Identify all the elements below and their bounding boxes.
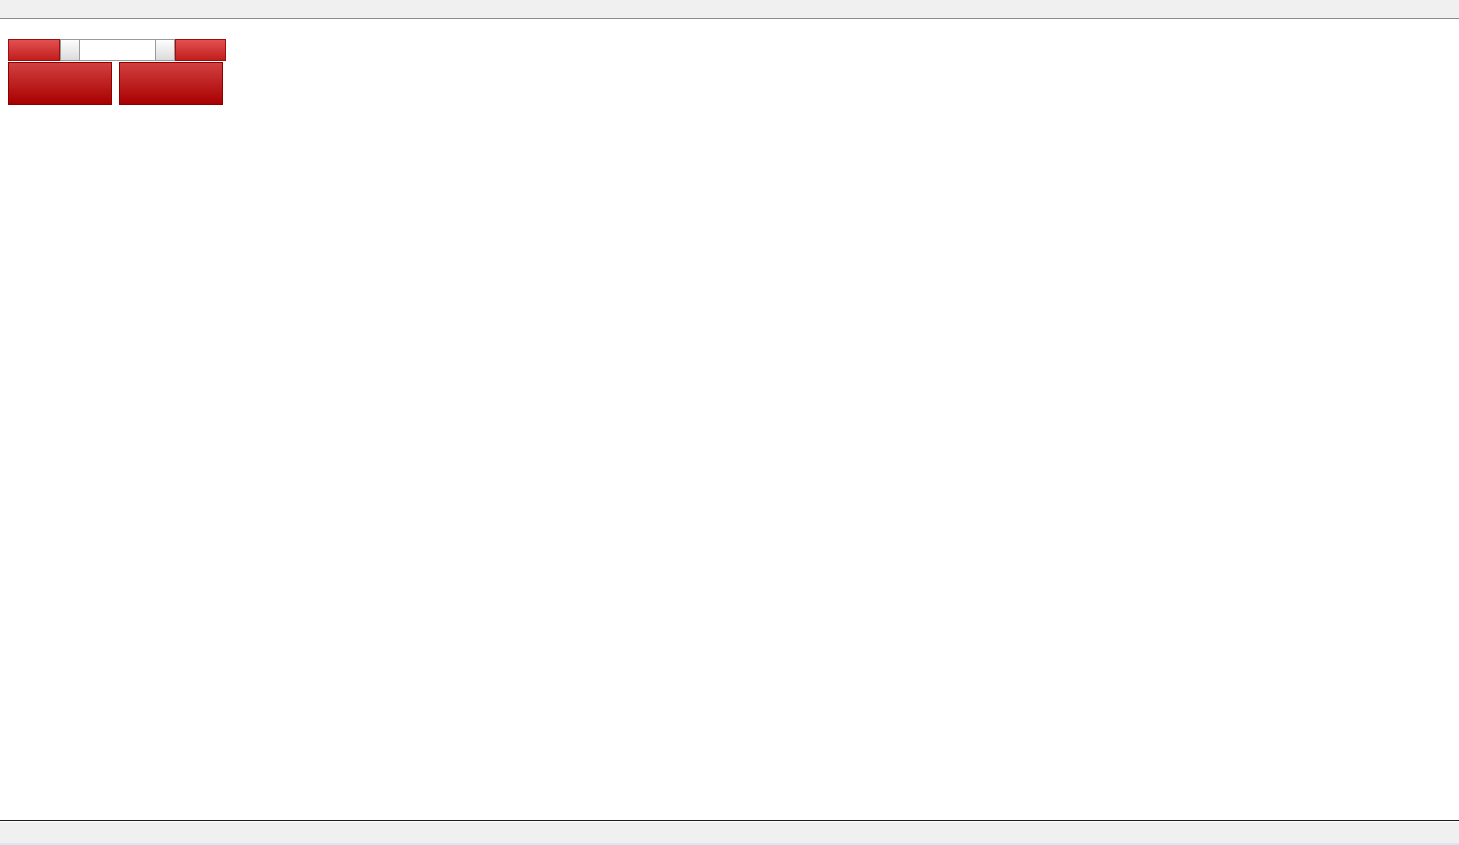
volume-decrease-button[interactable] xyxy=(60,39,80,61)
buy-button[interactable] xyxy=(175,39,226,61)
one-click-trade-widget xyxy=(8,39,226,105)
sell-price-button[interactable] xyxy=(8,62,112,105)
volume-input[interactable] xyxy=(80,39,155,61)
terminal-window xyxy=(0,0,1459,845)
chart-tab-bar xyxy=(0,820,1459,845)
chart-canvas[interactable] xyxy=(0,0,1459,820)
buy-price-button[interactable] xyxy=(119,62,223,105)
volume-increase-button[interactable] xyxy=(155,39,175,61)
sell-button[interactable] xyxy=(8,39,60,61)
